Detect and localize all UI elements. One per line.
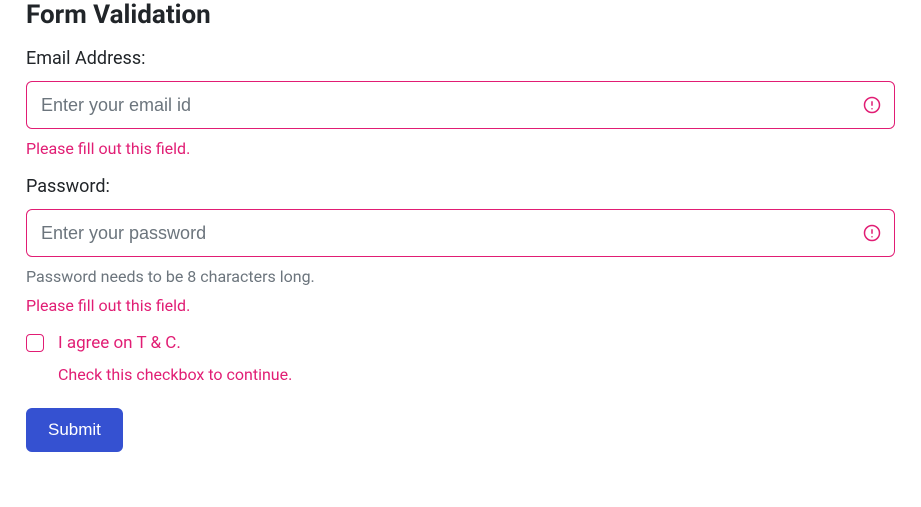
password-input[interactable] [26,209,895,257]
email-input-wrap [26,81,895,129]
email-group: Email Address: Please fill out this fiel… [26,48,895,158]
email-error: Please fill out this field. [26,139,895,158]
terms-error: Check this checkbox to continue. [58,365,895,384]
password-label: Password: [26,176,895,197]
password-help: Password needs to be 8 characters long. [26,267,895,286]
email-label: Email Address: [26,48,895,69]
terms-label[interactable]: I agree on T & C. [58,333,181,353]
terms-checkbox[interactable] [26,334,44,352]
password-input-wrap [26,209,895,257]
form-title: Form Validation [26,0,895,30]
submit-button[interactable]: Submit [26,408,123,452]
terms-row: I agree on T & C. [26,333,895,353]
password-group: Password: Password needs to be 8 charact… [26,176,895,315]
email-input[interactable] [26,81,895,129]
terms-group: I agree on T & C. Check this checkbox to… [26,333,895,384]
password-error: Please fill out this field. [26,296,895,315]
